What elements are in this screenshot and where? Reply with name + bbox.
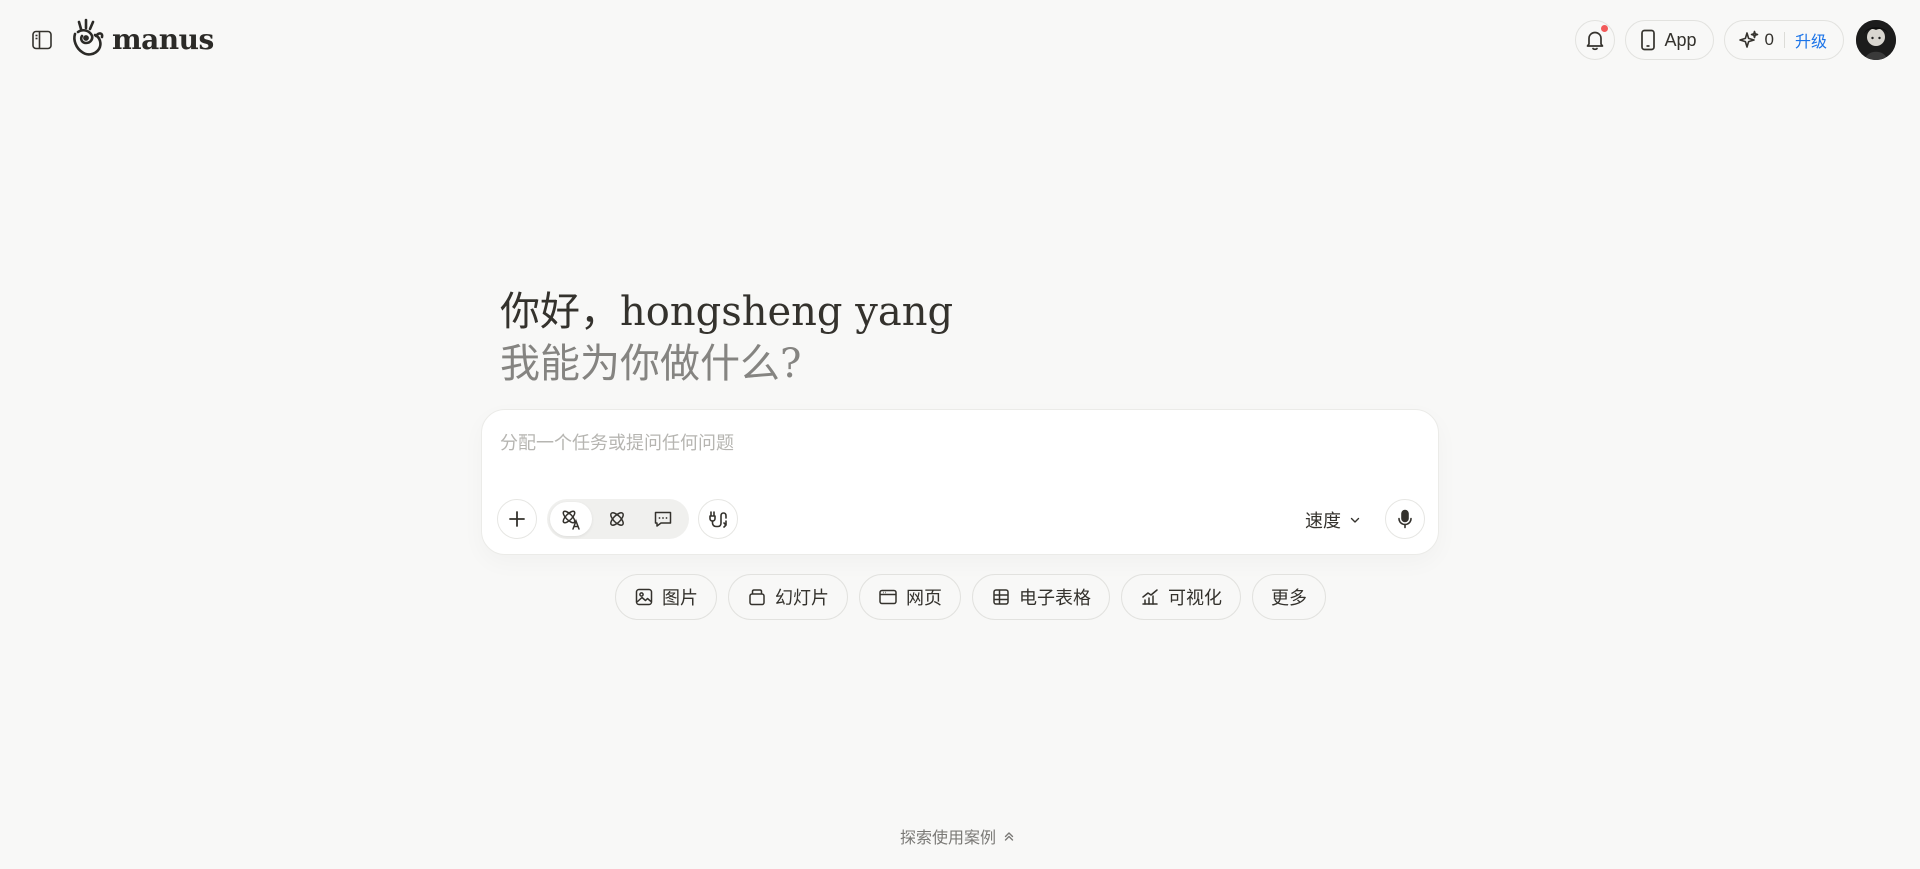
slides-icon bbox=[747, 587, 767, 607]
quick-action-image[interactable]: 图片 bbox=[615, 574, 717, 620]
quick-action-slides[interactable]: 幻灯片 bbox=[728, 574, 848, 620]
connectors-button[interactable] bbox=[698, 499, 738, 539]
quick-action-webpage[interactable]: 网页 bbox=[859, 574, 961, 620]
chevron-down-icon bbox=[1349, 514, 1361, 526]
add-attachment-button[interactable] bbox=[497, 499, 537, 539]
quick-action-label: 可视化 bbox=[1168, 588, 1222, 608]
phone-icon bbox=[1640, 29, 1656, 51]
header-actions: App 0 升级 bbox=[1575, 20, 1896, 60]
quick-action-label: 网页 bbox=[906, 588, 942, 608]
user-avatar[interactable] bbox=[1856, 20, 1896, 60]
quick-action-visualization[interactable]: 可视化 bbox=[1121, 574, 1241, 620]
credits-count: 0 bbox=[1764, 30, 1774, 49]
quick-action-label: 幻灯片 bbox=[775, 588, 829, 608]
sidebar-toggle-button[interactable] bbox=[26, 24, 58, 56]
explore-label: 探索使用案例 bbox=[900, 830, 997, 847]
atom-icon bbox=[607, 509, 627, 529]
speed-dropdown[interactable]: 速度 bbox=[1305, 506, 1361, 534]
upgrade-link[interactable]: 升级 bbox=[1795, 28, 1827, 52]
task-composer: 速度 bbox=[481, 409, 1439, 555]
manus-hand-logo-icon bbox=[70, 18, 106, 60]
sidebar-panel-icon bbox=[31, 29, 53, 51]
speed-label: 速度 bbox=[1305, 511, 1341, 531]
bell-icon bbox=[1585, 29, 1605, 51]
app-name: manus bbox=[112, 22, 214, 56]
manus-logo[interactable]: manus bbox=[70, 18, 214, 60]
image-icon bbox=[634, 587, 654, 607]
agent-mode-icon bbox=[560, 508, 582, 530]
quick-actions: 图片 幻灯片 网页 电子表格 可视化 更多 bbox=[615, 574, 1326, 620]
credits-upgrade-button[interactable]: 0 升级 bbox=[1723, 20, 1844, 60]
greeting-subtitle: 我能为你做什么? bbox=[500, 341, 802, 387]
sparkle-icon bbox=[1738, 30, 1759, 50]
plus-icon bbox=[508, 510, 526, 528]
top-bar: manus App 0 升级 bbox=[0, 0, 1920, 80]
greeting: 你好，hongsheng yang 我能为你做什么? bbox=[500, 286, 953, 390]
task-input[interactable] bbox=[500, 428, 1400, 458]
app-button-label: App bbox=[1664, 29, 1697, 50]
greeting-title: 你好，hongsheng yang bbox=[500, 289, 954, 335]
chat-bubble-icon bbox=[653, 509, 673, 529]
voice-input-button[interactable] bbox=[1385, 499, 1425, 539]
webpage-icon bbox=[878, 587, 898, 607]
quick-action-label: 图片 bbox=[662, 588, 698, 608]
notification-badge-dot bbox=[1601, 25, 1609, 32]
quick-action-more[interactable]: 更多 bbox=[1252, 574, 1326, 620]
quick-action-spreadsheet[interactable]: 电子表格 bbox=[972, 574, 1110, 620]
explore-use-cases-link[interactable]: 探索使用案例 bbox=[900, 824, 1016, 848]
divider bbox=[1783, 32, 1785, 48]
spreadsheet-icon bbox=[991, 587, 1011, 607]
quick-action-label: 更多 bbox=[1271, 588, 1307, 608]
agent-mode-button[interactable] bbox=[550, 502, 592, 536]
notifications-button[interactable] bbox=[1575, 20, 1616, 60]
adaptive-mode-button[interactable] bbox=[596, 502, 638, 536]
quick-action-label: 电子表格 bbox=[1019, 588, 1091, 608]
chart-icon bbox=[1140, 587, 1160, 607]
app-download-button[interactable]: App bbox=[1625, 20, 1714, 60]
plug-connector-icon bbox=[708, 509, 728, 529]
microphone-icon bbox=[1396, 509, 1414, 529]
chat-mode-button[interactable] bbox=[642, 502, 684, 536]
mode-selector bbox=[547, 499, 689, 539]
double-chevron-up-icon bbox=[1002, 829, 1016, 843]
